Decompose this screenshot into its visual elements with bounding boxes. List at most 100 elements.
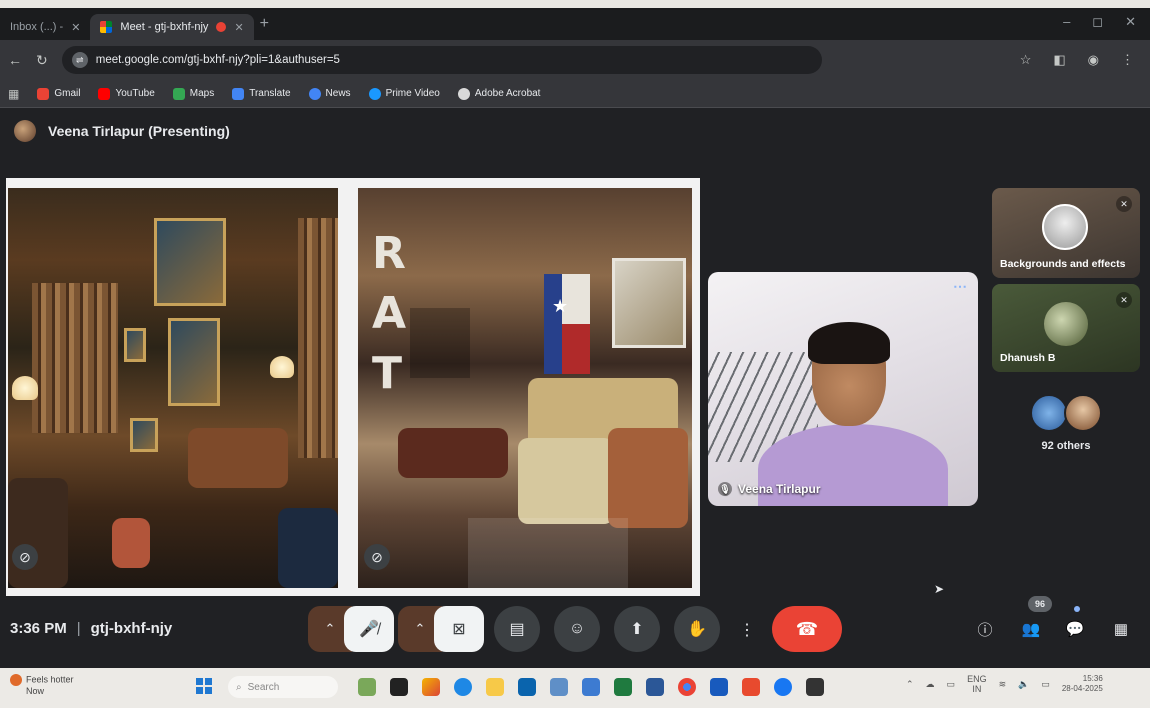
end-call-icon: ☎	[795, 618, 819, 639]
maps-icon	[172, 87, 185, 100]
close-tab-icon[interactable]: ✕	[234, 21, 243, 34]
prime-video-icon	[368, 87, 381, 100]
apps-grid-icon[interactable]: ▦	[8, 87, 19, 101]
back-icon[interactable]: ←	[8, 52, 22, 68]
tab-label: Inbox (...) -	[10, 21, 64, 33]
wifi-icon[interactable]: ≋	[999, 679, 1007, 690]
tab-label: Meet - gtj-bxhf-njy	[120, 21, 209, 33]
tab-meet[interactable]: Meet - gtj-bxhf-njy ✕	[90, 14, 254, 40]
taskbar-search[interactable]: ⌕ Search	[228, 676, 338, 698]
reload-icon[interactable]: ↻	[36, 52, 48, 69]
library-room-photo: ⊘	[8, 188, 338, 588]
present-button[interactable]: ⬆	[614, 606, 660, 652]
clock[interactable]: 15:36 28-04-2025	[1062, 674, 1103, 694]
app-icon[interactable]	[742, 678, 760, 696]
star-icon[interactable]: ☆	[1020, 52, 1032, 68]
meeting-time: 3:36 PM	[10, 620, 67, 637]
maximize-button[interactable]: ◻	[1092, 14, 1103, 30]
separator: |	[76, 620, 81, 637]
meeting-code: gtj-bxhf-njy	[90, 620, 173, 637]
self-view-tile[interactable]: ✕ Backgrounds and effects	[992, 188, 1140, 278]
system-tray: ⌃ ☁ ▭ ENG IN ≋ 🔈 ▭ 15:36 28-04-2025	[906, 674, 1103, 694]
cloud-icon[interactable]: ☁	[926, 679, 935, 690]
volume-icon[interactable]: 🔈	[1018, 679, 1029, 690]
bookmark-translate[interactable]: Translate	[232, 87, 291, 100]
translate-icon	[232, 87, 245, 100]
tray-icon[interactable]: ▭	[947, 679, 956, 690]
speaker-name: 🎙 Veena Tirlapur	[718, 482, 821, 496]
chat-button[interactable]: 💬	[1062, 616, 1088, 642]
more-options-icon[interactable]: ⋯	[953, 278, 968, 295]
bookmark-gmail[interactable]: Gmail	[37, 87, 80, 100]
facebook-icon[interactable]	[774, 678, 792, 696]
word-icon[interactable]	[710, 678, 728, 696]
app-icon[interactable]	[806, 678, 824, 696]
mic-muted-icon: ✕	[1116, 196, 1132, 212]
url-field[interactable]: ⇌ meet.google.com/gtj-bxhf-njy?pli=1&aut…	[61, 46, 822, 74]
app-icon[interactable]	[390, 678, 408, 696]
backgrounds-effects-label[interactable]: Backgrounds and effects	[1000, 258, 1125, 270]
battery-icon[interactable]: ▭	[1041, 679, 1050, 690]
raise-hand-button[interactable]: ✋	[674, 606, 720, 652]
bookmark-prime-video[interactable]: Prime Video	[368, 87, 440, 100]
close-window-button[interactable]: ✕	[1125, 14, 1136, 30]
taskbar: Feels hotter Now ⌕ Search ⌃ ☁ ▭ ENG IN ≋…	[0, 668, 1150, 708]
tab-inbox[interactable]: Inbox (...) - ✕	[0, 14, 90, 40]
site-info-icon[interactable]: ⇌	[71, 52, 88, 68]
bookmark-news[interactable]: News	[308, 87, 351, 100]
meeting-details-button[interactable]: ⓘ	[972, 616, 998, 642]
mouse-cursor-icon: ➤	[934, 582, 945, 596]
chrome-icon[interactable]	[678, 678, 696, 696]
bookmark-adobe-acrobat[interactable]: Adobe Acrobat	[457, 87, 540, 100]
leave-call-button[interactable]: ☎	[772, 606, 842, 652]
app-icon[interactable]	[646, 678, 664, 696]
app-icon[interactable]	[422, 678, 440, 696]
shared-screen[interactable]: ⊘ R A T ★ ⊘	[6, 178, 700, 596]
close-tab-icon[interactable]: ✕	[71, 21, 80, 34]
excel-icon[interactable]	[614, 678, 632, 696]
widgets-icon[interactable]	[358, 678, 376, 696]
language-indicator[interactable]: ENG IN	[967, 674, 987, 694]
camera-icon[interactable]	[550, 678, 568, 696]
self-avatar	[1042, 204, 1088, 250]
chevron-up-icon[interactable]: ⌃	[906, 679, 914, 690]
others-count-label: 92 others	[1041, 440, 1091, 452]
reactions-button[interactable]: ☺	[554, 606, 600, 652]
meet-favicon-icon	[100, 21, 113, 33]
edge-icon[interactable]	[454, 678, 472, 696]
captions-button[interactable]: ▤	[494, 606, 540, 652]
bookmark-maps[interactable]: Maps	[172, 87, 214, 100]
activities-button[interactable]: ▦	[1108, 616, 1134, 642]
presenter-label: Veena Tirlapur (Presenting)	[48, 123, 230, 139]
bookmark-youtube[interactable]: YouTube	[98, 87, 155, 100]
camera-toggle-button[interactable]: ⊠	[434, 606, 484, 652]
bookmarks-bar: ▦ Gmail YouTube Maps Translate News Prim…	[0, 80, 1150, 108]
people-button[interactable]: 👥	[1018, 616, 1044, 642]
address-bar-row: ← ↻ ⇌ meet.google.com/gtj-bxhf-njy?pli=1…	[0, 40, 1150, 80]
speaker-tile[interactable]: ⋯ 🎙 Veena Tirlapur	[708, 272, 978, 506]
menu-icon[interactable]: ⋮	[1121, 52, 1134, 68]
profile-icon[interactable]: ◉	[1088, 52, 1099, 68]
mic-off-icon: 🎤̸	[359, 621, 379, 638]
app-icon[interactable]	[582, 678, 600, 696]
toolbar-icons: ☆ ◧ ◉ ⋮	[1020, 52, 1134, 68]
start-button[interactable]	[196, 678, 212, 694]
pin-icon[interactable]: ⊘	[12, 544, 38, 570]
others-tile[interactable]: 92 others	[992, 380, 1140, 460]
mail-icon[interactable]	[518, 678, 536, 696]
mic-toggle-button[interactable]: 🎤̸	[344, 606, 394, 652]
hand-icon: ✋	[687, 621, 707, 638]
pin-icon[interactable]: ⊘	[364, 544, 390, 570]
recording-icon	[216, 22, 227, 32]
participant-tile[interactable]: ✕ Dhanush B	[992, 284, 1140, 372]
other-avatar	[1064, 394, 1102, 432]
screen: Inbox (...) - ✕ Meet - gtj-bxhf-njy ✕ + …	[0, 8, 1150, 668]
new-tab-button[interactable]: +	[260, 15, 269, 33]
more-options-button[interactable]: ⋮	[734, 606, 760, 654]
living-room-photo: R A T ★ ⊘	[358, 188, 692, 588]
file-explorer-icon[interactable]	[486, 678, 504, 696]
mic-icon: 🎙	[718, 482, 732, 496]
weather-widget[interactable]: Feels hotter Now	[10, 674, 74, 697]
minimize-button[interactable]: –	[1063, 14, 1070, 30]
extension-icon[interactable]: ◧	[1053, 52, 1065, 68]
